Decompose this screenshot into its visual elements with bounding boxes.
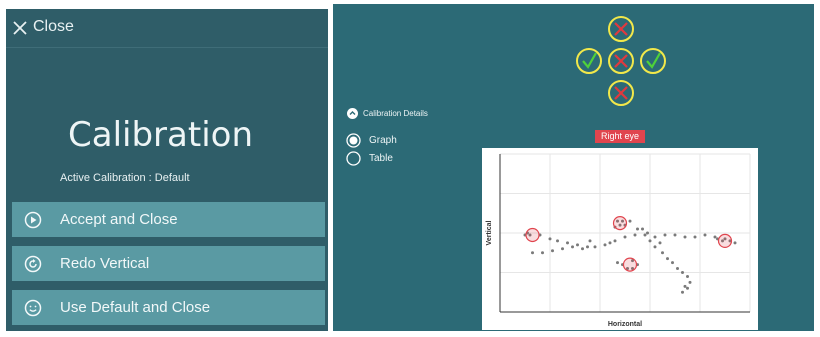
graph-radio-option[interactable]: Graph [346,133,397,148]
calibration-details-label[interactable]: Calibration Details [363,109,428,118]
data-point [646,231,649,235]
data-point [588,239,592,243]
data-point [581,247,584,251]
radio-selected-icon[interactable] [346,133,361,148]
data-point [641,227,644,231]
data-point [643,233,647,237]
play-circle-icon [24,211,42,229]
data-point [693,235,697,239]
calibration-panel: Close Calibration Active Calibration : D… [6,9,328,331]
data-point [576,243,579,247]
calibration-details-toggle[interactable]: Calibration Details [347,108,428,119]
accept-and-close-button[interactable]: Accept and Close [12,202,325,237]
data-point [658,241,662,245]
close-button[interactable]: Close [6,9,328,48]
data-point [703,233,707,237]
data-point [666,257,669,261]
data-point [636,227,639,231]
target-left [576,48,602,74]
highlight-marker [717,233,733,249]
data-point [608,241,612,245]
chevron-up-icon[interactable] [347,108,358,119]
data-point [683,284,687,288]
data-point [681,290,684,294]
smile-circle-icon [24,299,42,317]
data-point [661,251,664,255]
page-title: Calibration [68,115,253,155]
radio-unselected-icon[interactable] [346,151,361,166]
target-bottom [608,80,634,106]
data-point [671,261,674,265]
table-label[interactable]: Table [369,153,393,164]
data-point [688,280,692,284]
data-point [613,239,617,243]
x-axis-label: Horizontal [608,321,642,328]
data-point [541,251,544,255]
data-point [556,239,559,243]
target-right [640,48,666,74]
data-point [663,233,667,237]
target-top [608,16,634,42]
redo-circle-icon [24,255,42,273]
highlight-marker [525,227,540,243]
use-default-and-close-button[interactable]: Use Default and Close [12,290,325,325]
data-point [633,233,637,237]
data-point [673,233,677,237]
graph-label[interactable]: Graph [369,135,397,146]
table-radio-option[interactable]: Table [346,151,393,166]
data-point [683,235,687,239]
data-point [623,235,627,239]
close-icon[interactable] [12,20,28,36]
highlight-marker [612,216,628,231]
calibration-targets [576,16,666,106]
data-point [586,245,589,249]
data-point [653,235,657,239]
data-point [686,274,689,278]
data-point [566,241,569,245]
calibration-scatter-chart: Horizontal Vertical [482,148,758,330]
highlight-marker [622,257,638,272]
scatter-plot: Horizontal Vertical [486,153,751,328]
data-point [616,261,619,265]
data-point [681,271,684,274]
data-point [733,241,737,245]
use-default-and-close-label[interactable]: Use Default and Close [60,299,210,316]
data-point [603,243,607,247]
data-point [548,237,552,241]
data-point [648,239,652,243]
redo-vertical-button[interactable]: Redo Vertical [12,246,325,281]
calibration-results-panel: Calibration Details Graph Table Right ey… [333,4,814,331]
y-axis-label: Vertical [486,220,493,245]
data-point [531,251,534,255]
data-point [593,245,597,249]
data-point [571,245,574,249]
active-calibration-label: Active Calibration : Default [60,172,190,184]
data-point [686,286,689,290]
data-point [676,267,679,271]
target-center [608,48,634,74]
data-point [561,247,564,251]
accept-and-close-label[interactable]: Accept and Close [60,211,178,228]
data-point [713,235,717,239]
data-point [628,219,632,223]
data-point [653,245,657,249]
close-label[interactable]: Close [33,18,74,36]
redo-vertical-label[interactable]: Redo Vertical [60,255,149,272]
data-point [551,249,554,253]
right-eye-badge: Right eye [595,130,645,143]
